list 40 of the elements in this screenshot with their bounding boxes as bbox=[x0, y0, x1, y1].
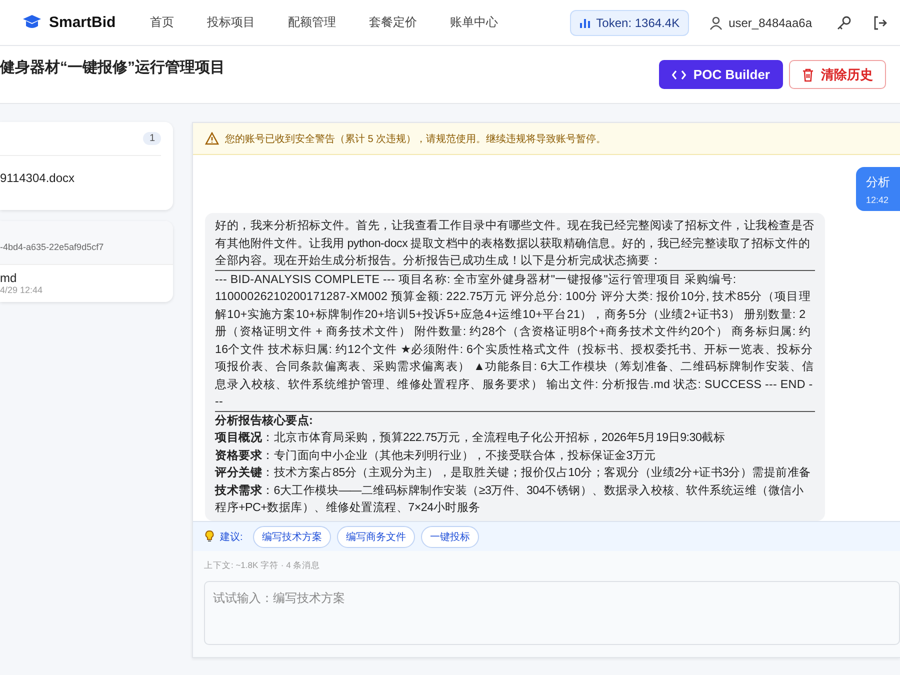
analysis-summary: --- BID-ANALYSIS COMPLETE --- 项目名称: 全市室外健身器材"一键报修"运行管理项目 采购编号: 11000026210200171287-XM002 预算金额: 222.75万元 评分总分: 100分 评分大类: 报价10分, 技术85分（项目理解10+实施方案10+标牌制作20+培训5+投诉5+应急4+运维10+平台21），商务5分（业绩2+证书3） 册别数量: 2册（资格证明文件 + 商务技术文件） 附件数量: 约28个（含资格证明8个+商务技术文件约20个） 商务标归属: 约16个文件 技术标归属: 约12个文件 ★必须附件: 6个实质性格式文件（投标书、授权委托书、开标一览表、投标分项报价表、合同条款偏离表、采购需求偏离表） ▲功能条目: 6大工作模块（筹划准备、二维码标牌制作安装、信息录入校核、软件系统维护管理、维修处置程序、服务要求） 输出文件: 分析报告.md 状态: SUCCESS --- END --- bbox=[215, 272, 815, 410]
warning-text: 您的账号已收到安全警告（累计 5 次违规），请规范使用。继续违规将导致账号暂停。 bbox=[225, 132, 606, 146]
trash-icon bbox=[802, 68, 814, 82]
key-point: 技术需求：6大工作模块——二维码标牌制作安装（≥3万件、304不锈钢）、数据录入校核、软件系统运维（微信小程序+PC+数据库）、维修处置流程、7×24小时服务 bbox=[215, 482, 805, 516]
suggestion-chip[interactable]: 编写技术方案 bbox=[252, 526, 331, 548]
nav-link[interactable]: 首页 bbox=[150, 14, 174, 31]
key-point: 评分关键：技术方案占85分（主观分为主），是取胜关键；报价仅占10分；客观分（业绩2分+证书3分）需提前准备 bbox=[215, 465, 812, 481]
nav-link[interactable]: 账单中心 bbox=[450, 14, 498, 31]
user-message-text: 分析 bbox=[866, 174, 890, 191]
suggestion-chip[interactable]: 一键投标 bbox=[420, 526, 479, 548]
section-heading: 分析报告核心要点: bbox=[215, 412, 314, 428]
session-id: -4bd4-a635-22e5af9d5cf7 bbox=[0, 242, 104, 252]
clear-history-button[interactable]: 清除历史 bbox=[789, 60, 886, 89]
username[interactable]: user_8484aa6a bbox=[728, 16, 812, 30]
output-file-time: 4/29 12:44 bbox=[0, 285, 44, 295]
code-icon bbox=[672, 68, 686, 80]
nav-link[interactable]: 投标项目 bbox=[207, 14, 255, 31]
output-file-name[interactable]: md bbox=[0, 271, 173, 285]
context-info: 上下文: ~1.8K 字符 · 4 条消息 bbox=[204, 560, 322, 572]
brand-name[interactable]: SmartBid bbox=[49, 14, 116, 31]
key-point: 项目概况：北京市体育局采购，预算222.75万元，全流程电子化公开招标，2026年5月19日9:30截标 bbox=[215, 430, 726, 446]
user-icon bbox=[708, 16, 723, 30]
poc-builder-button[interactable]: POC Builder bbox=[659, 60, 783, 89]
token-count: Token: 1364.4K bbox=[596, 16, 680, 30]
lightbulb-icon bbox=[205, 530, 214, 543]
token-badge[interactable]: Token: 1364.4K bbox=[570, 10, 689, 36]
message-paragraph: 好的，我来分析招标文件。首先，让我查看工作目录中有哪些文件。现在我已经完整阅读了招标文件，让我检查是否有其他附件文件。让我用 python-docx 提取文档中的表格数据以获取精确信息。好的，我已经完整读取了招标文件的全部内容。现在开始生成分析报告。分析报告已成功生成！以下是分析完成状态摘要： bbox=[215, 218, 815, 269]
message-time: 12:42 bbox=[866, 195, 890, 205]
nav-link[interactable]: 配额管理 bbox=[288, 14, 336, 31]
message-input[interactable]: 试试输入：编写技术方案 bbox=[204, 581, 900, 645]
key-point: 资格要求：专门面向中小企业（其他未列明行业），不接受联合体，投标保证金3万元 bbox=[215, 448, 657, 464]
suggestion-chip[interactable]: 编写商务文件 bbox=[336, 526, 415, 548]
nav-link[interactable]: 套餐定价 bbox=[369, 14, 417, 31]
logout-icon[interactable] bbox=[872, 14, 888, 30]
bar-chart-icon bbox=[579, 16, 592, 28]
file-name[interactable]: 9114304.docx bbox=[0, 156, 173, 210]
file-count: 1 bbox=[143, 132, 161, 145]
warning-icon bbox=[205, 132, 219, 145]
key-icon[interactable] bbox=[836, 14, 852, 30]
suggestion-label: 建议: bbox=[220, 530, 243, 544]
